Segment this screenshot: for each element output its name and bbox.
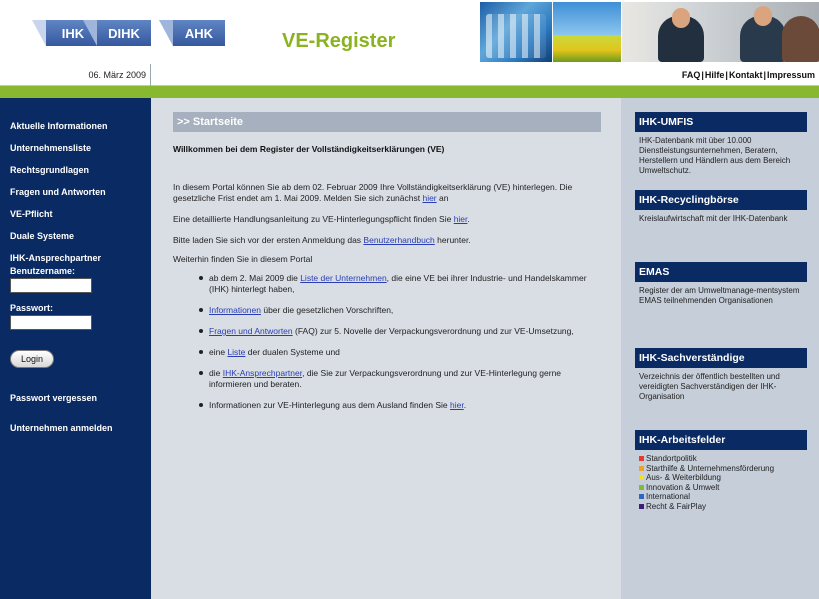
sidebar-item-ve-pflicht[interactable]: VE-Pflicht (10, 208, 151, 230)
hilfe-link[interactable]: Hilfe (705, 70, 725, 80)
main-content: >> Startseite Willkommen bei dem Registe… (151, 98, 621, 599)
forgot-password-link[interactable]: Passwort vergessen (10, 392, 151, 414)
manual-paragraph: Bitte laden Sie sich vor der ersten Anme… (173, 235, 471, 245)
welcome-heading: Willkommen bei dem Register der Vollstän… (173, 144, 445, 154)
list-item: Fragen und Antworten (FAQ) zur 5. Novell… (199, 326, 593, 337)
emas-title[interactable]: EMAS (635, 262, 807, 282)
password-input[interactable] (10, 315, 92, 330)
emas-text: Register der am Umweltmanage-mentsystem … (639, 286, 800, 305)
arbeitsfeld-item[interactable]: International (635, 492, 819, 502)
sidebar-item-ihk-ansprechpartner[interactable]: IHK-Ansprechpartner (10, 252, 151, 266)
arbeitsfeld-color-swatch (639, 503, 644, 509)
arbeitsfeld-item[interactable]: Innovation & Umwelt (635, 483, 819, 493)
sidebar-item-rechtsgrundlagen[interactable]: Rechtsgrundlagen (10, 164, 151, 186)
faq-link[interactable]: FAQ (682, 70, 701, 80)
umfis-text: IHK-Datenbank mit über 10.000 Dienstleis… (639, 136, 791, 175)
login-button[interactable]: Login (10, 350, 55, 368)
top-bar: 06. März 2009 FAQ|Hilfe|Kontakt|Impressu… (0, 64, 819, 86)
current-date: 06. März 2009 (0, 64, 151, 86)
sachverstaendige-title[interactable]: IHK-Sachverständige (635, 348, 807, 368)
sidebar-item-fragen-und-antworten[interactable]: Fragen und Antworten (10, 186, 151, 208)
guide-paragraph: Eine detaillierte Handlungsanleitung zu … (173, 214, 470, 224)
umfis-box: IHK-UMFIS IHK-Datenbank mit über 10.000 … (635, 112, 819, 190)
list-item: Informationen über die gesetzlichen Vors… (199, 305, 593, 316)
impressum-link[interactable]: Impressum (767, 70, 815, 80)
list-item: Informationen zur VE-Hinterlegung aus de… (199, 400, 593, 411)
faq-content-link[interactable]: Fragen und Antworten (209, 326, 293, 336)
arbeitsfeld-item[interactable]: Starthilfe & Unternehmensförderung (635, 464, 819, 474)
green-divider (0, 86, 819, 98)
arbeitsfeld-color-swatch (639, 484, 644, 490)
top-links: FAQ|Hilfe|Kontakt|Impressum (681, 70, 815, 80)
arbeitsfelder-title[interactable]: IHK-Arbeitsfelder (635, 430, 807, 450)
sachverstaendige-text: Verzeichnis der öffentlich bestellten un… (639, 372, 780, 401)
arbeitsfeld-item[interactable]: Recht & FairPlay (635, 502, 819, 512)
arbeitsfeld-color-swatch (639, 456, 644, 461)
emas-box: EMAS Register der am Umweltmanage-mentsy… (635, 262, 819, 348)
kontakt-link[interactable]: Kontakt (729, 70, 763, 80)
right-column: IHK-UMFIS IHK-Datenbank mit über 10.000 … (621, 98, 819, 599)
list-item: eine Liste der dualen Systeme und (199, 347, 593, 358)
umfis-title[interactable]: IHK-UMFIS (635, 112, 807, 132)
register-here-link[interactable]: hier (422, 193, 436, 203)
ahk-logo[interactable]: AHK (159, 20, 225, 46)
abroad-here-link[interactable]: hier (450, 400, 464, 410)
header-photo-field (553, 2, 621, 62)
header-photo-bottles (480, 2, 552, 62)
contact-persons-link[interactable]: IHK-Ansprechpartner (223, 368, 302, 378)
password-label: Passwort: (10, 303, 54, 313)
further-paragraph: Weiterhin finden Sie in diesem Portal (173, 254, 313, 264)
sachverstaendige-box: IHK-Sachverständige Verzeichnis der öffe… (635, 348, 819, 430)
guide-here-link[interactable]: hier (454, 214, 468, 224)
arbeitsfelder-box: IHK-Arbeitsfelder Standortpolitik Starth… (635, 430, 819, 511)
sidebar-item-unternehmensliste[interactable]: Unternehmensliste (10, 142, 151, 164)
company-list-link[interactable]: Liste der Unternehmen (300, 273, 386, 283)
list-item: ab dem 2. Mai 2009 die Liste der Unterne… (199, 273, 593, 295)
header: IHK DIHK AHK VE-Register (0, 0, 819, 64)
arbeitsfeld-color-swatch (639, 475, 644, 480)
username-label: Benutzername: (10, 266, 76, 276)
arbeitsfeld-item[interactable]: Standortpolitik (635, 454, 819, 464)
app-title: VE-Register (282, 30, 396, 52)
username-input[interactable] (10, 278, 92, 293)
dihk-logo[interactable]: DIHK (83, 20, 151, 46)
page-title: >> Startseite (173, 112, 601, 132)
header-photo-business (622, 2, 819, 62)
arbeitsfeld-item[interactable]: Aus- & Weiterbildung (635, 473, 819, 483)
sidebar: Aktuelle Informationen Unternehmensliste… (0, 98, 151, 599)
sidebar-item-duale-systeme[interactable]: Duale Systeme (10, 230, 151, 252)
arbeitsfeld-color-swatch (639, 465, 644, 471)
portal-features-list: ab dem 2. Mai 2009 die Liste der Unterne… (173, 273, 593, 411)
recyclingboerse-box: IHK-Recyclingbörse Kreislaufwirtschaft m… (635, 190, 819, 262)
recyclingboerse-title[interactable]: IHK-Recyclingbörse (635, 190, 807, 210)
information-link[interactable]: Informationen (209, 305, 261, 315)
intro-paragraph: In diesem Portal können Sie ab dem 02. F… (173, 182, 573, 203)
user-manual-link[interactable]: Benutzerhandbuch (363, 235, 434, 245)
sidebar-item-aktuelle-informationen[interactable]: Aktuelle Informationen (10, 120, 151, 142)
list-item: die IHK-Ansprechpartner, die Sie zur Ver… (199, 368, 593, 390)
recyclingboerse-text: Kreislaufwirtschaft mit der IHK-Datenban… (639, 214, 788, 223)
arbeitsfeld-color-swatch (639, 494, 644, 499)
register-company-link[interactable]: Unternehmen anmelden (10, 422, 151, 444)
dual-systems-list-link[interactable]: Liste (227, 347, 245, 357)
